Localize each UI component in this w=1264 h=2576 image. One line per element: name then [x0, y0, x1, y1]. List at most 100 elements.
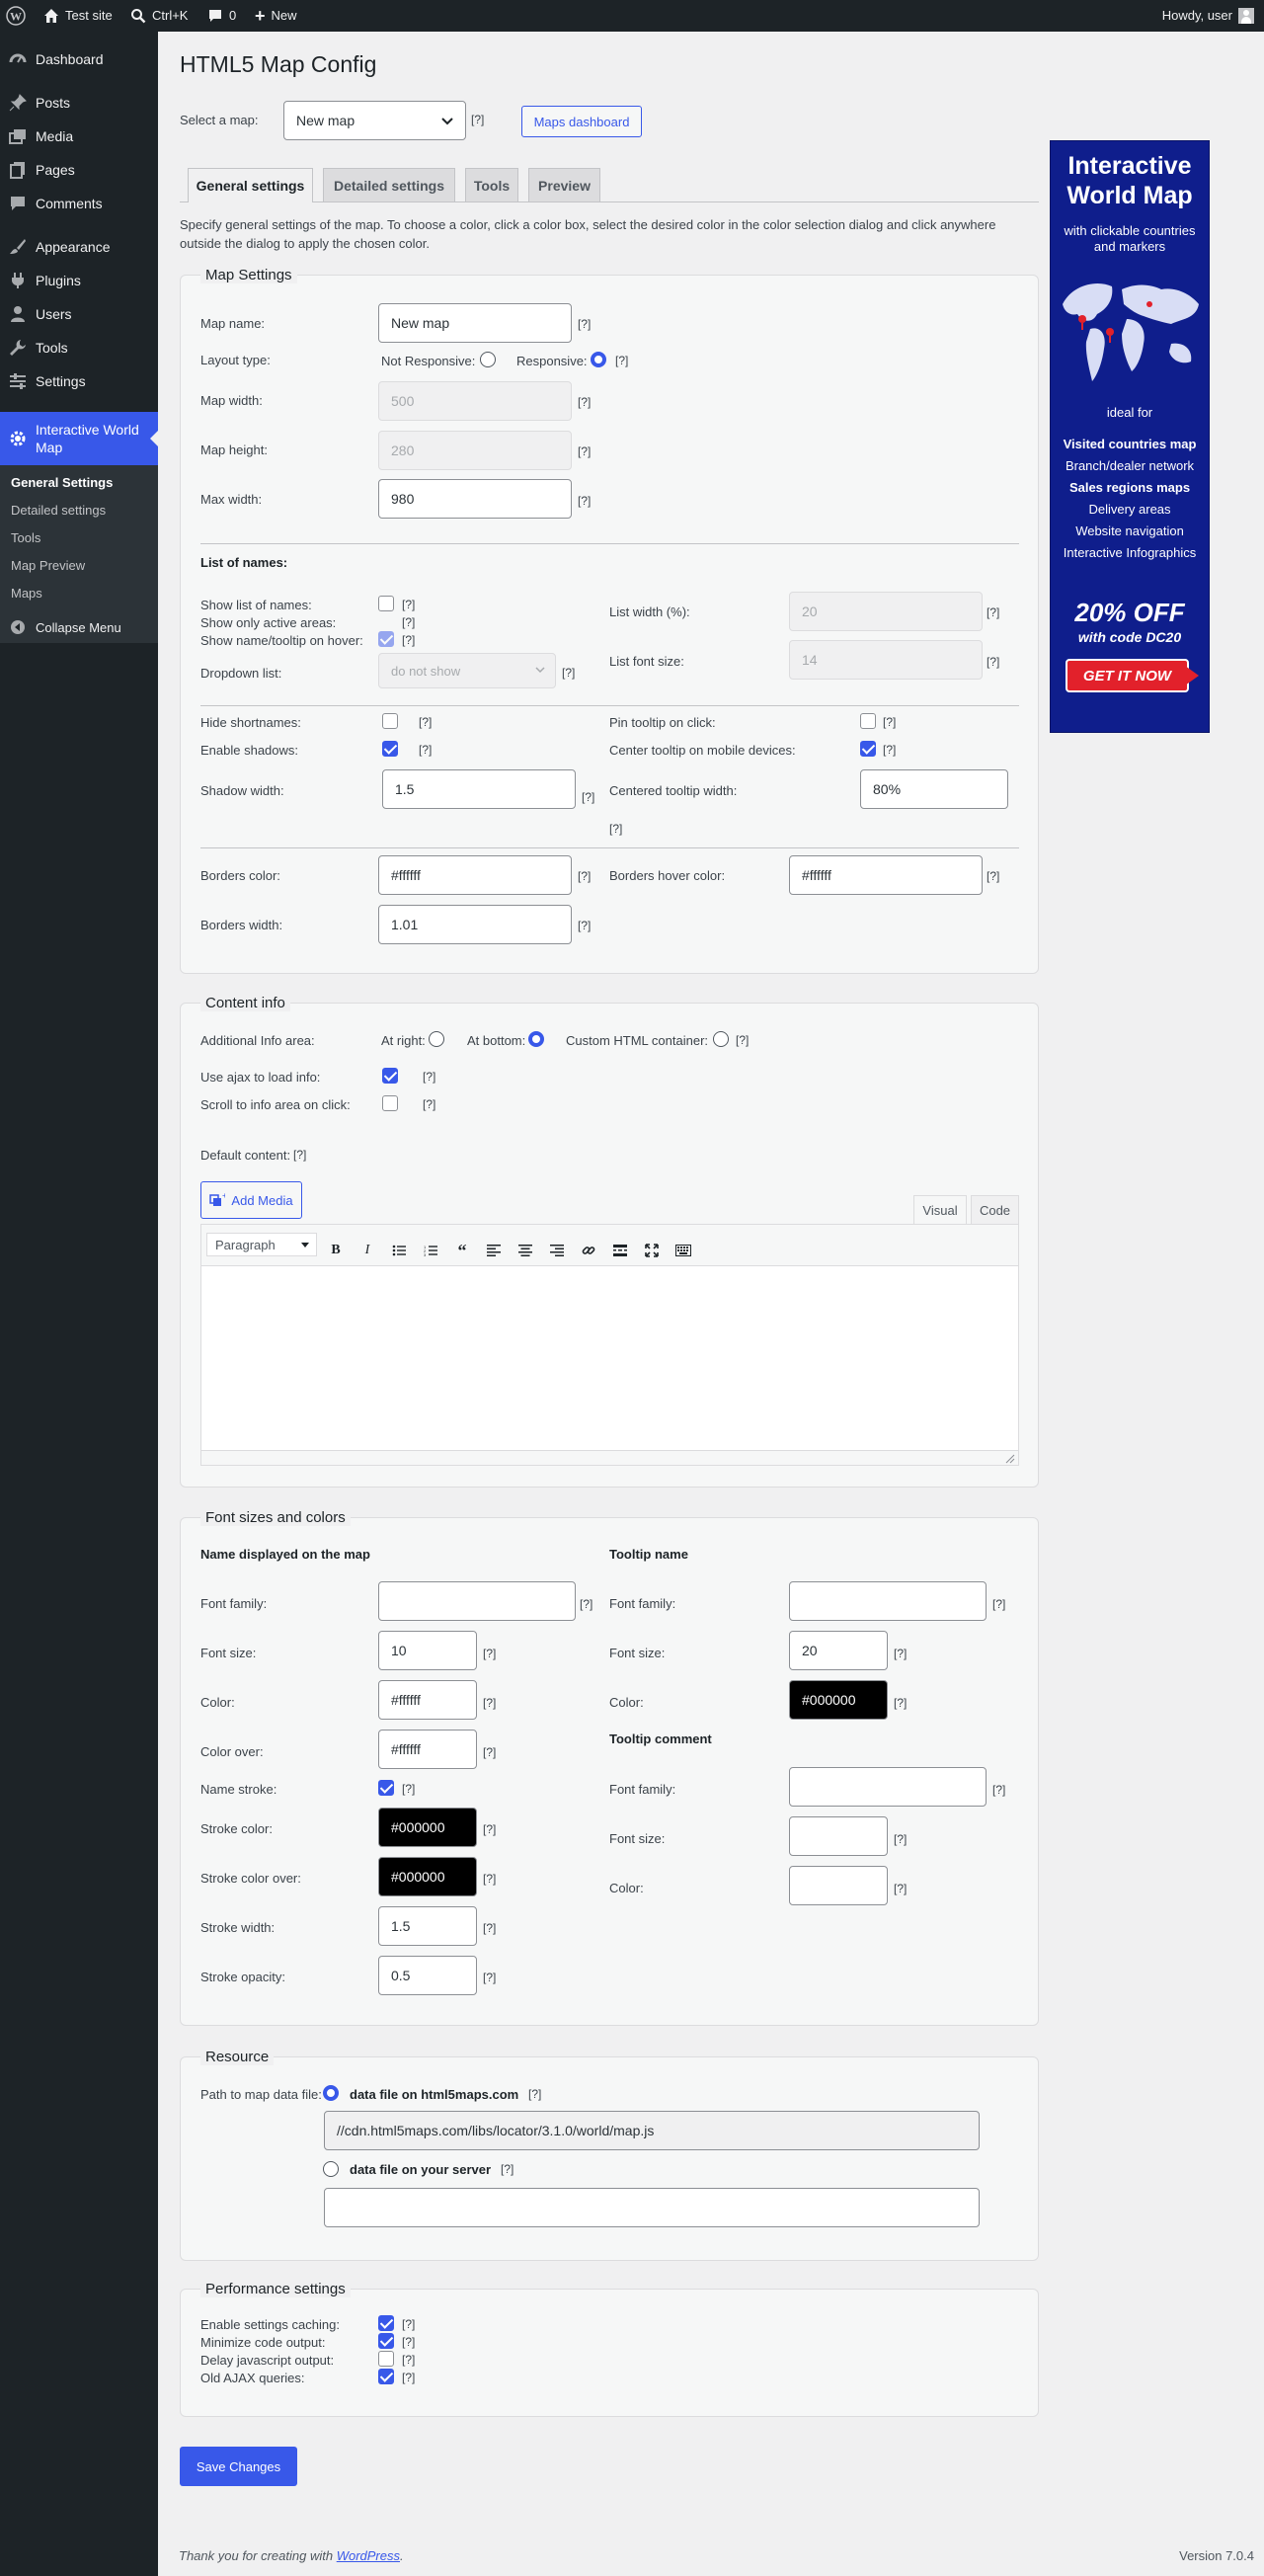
center-tooltip-checkbox[interactable] [860, 741, 876, 757]
help-icon[interactable]: [?] [483, 1647, 496, 1660]
help-icon[interactable]: [?] [609, 822, 622, 836]
help-icon[interactable]: [?] [615, 354, 628, 367]
menu-plugins[interactable]: Plugins [0, 264, 158, 297]
collapse-menu[interactable]: Collapse Menu [0, 610, 158, 644]
font-size-input[interactable]: 10 [378, 1631, 477, 1670]
menu-users[interactable]: Users [0, 297, 158, 331]
map-name-input[interactable]: New map [378, 303, 572, 343]
wordpress-link[interactable]: WordPress [337, 2548, 400, 2563]
help-icon[interactable]: [?] [894, 1832, 907, 1846]
ad-get-it-now-button[interactable]: GET IT NOW [1066, 659, 1189, 692]
ad-banner[interactable]: Interactive World Map with clickable cou… [1050, 140, 1210, 733]
stroke-color-over-input[interactable]: #000000 [378, 1857, 477, 1896]
comment-font-family-input[interactable] [789, 1767, 987, 1807]
fullscreen-icon[interactable] [642, 1241, 662, 1260]
max-width-input[interactable]: 980 [378, 479, 572, 519]
save-changes-button[interactable]: Save Changes [180, 2447, 297, 2486]
help-icon[interactable]: [?] [402, 615, 415, 629]
map-height-input[interactable]: 280 [378, 431, 572, 470]
help-icon[interactable]: [?] [419, 743, 432, 757]
help-icon[interactable]: [?] [578, 919, 591, 932]
align-center-icon[interactable] [515, 1241, 535, 1260]
menu-settings[interactable]: Settings [0, 364, 158, 398]
comments-link[interactable]: 0 [207, 0, 236, 32]
content-editor[interactable] [200, 1265, 1019, 1466]
comment-font-size-input[interactable] [789, 1816, 888, 1856]
menu-posts[interactable]: Posts [0, 86, 158, 120]
paragraph-format-select[interactable]: Paragraph [206, 1233, 317, 1256]
resize-handle-icon[interactable] [1005, 1452, 1015, 1464]
bold-icon[interactable]: B [326, 1241, 346, 1260]
dropdown-list-select[interactable]: do not show [378, 653, 556, 688]
help-icon[interactable]: [?] [483, 1822, 496, 1836]
tooltip-font-size-input[interactable]: 20 [789, 1631, 888, 1670]
bullet-list-icon[interactable] [389, 1241, 409, 1260]
server-file-input[interactable] [324, 2188, 980, 2227]
not-responsive-radio[interactable] [480, 352, 496, 367]
help-icon[interactable]: [?] [528, 2087, 541, 2101]
help-icon[interactable]: [?] [483, 1872, 496, 1886]
submenu-detailed-settings[interactable]: Detailed settings [11, 503, 106, 518]
minimize-checkbox[interactable] [378, 2333, 394, 2349]
help-icon[interactable]: [?] [471, 113, 484, 126]
font-family-input[interactable] [378, 1581, 576, 1621]
centered-tooltip-width-input[interactable]: 80% [860, 769, 1008, 809]
stroke-width-input[interactable]: 1.5 [378, 1906, 477, 1946]
help-icon[interactable]: [?] [578, 494, 591, 508]
help-icon[interactable]: [?] [987, 605, 999, 619]
server-file-radio[interactable] [323, 2161, 339, 2177]
use-ajax-checkbox[interactable] [382, 1068, 398, 1084]
help-icon[interactable]: [?] [423, 1070, 435, 1084]
help-icon[interactable]: [?] [992, 1783, 1005, 1797]
shadow-width-input[interactable]: 1.5 [382, 769, 576, 809]
tooltip-color-input[interactable]: #000000 [789, 1680, 888, 1720]
custom-container-radio[interactable] [713, 1031, 729, 1047]
borders-width-input[interactable]: 1.01 [378, 905, 572, 944]
borders-color-input[interactable]: #ffffff [378, 855, 572, 895]
submenu-maps[interactable]: Maps [11, 586, 42, 601]
help-icon[interactable]: [?] [578, 317, 591, 331]
submenu-tools[interactable]: Tools [11, 530, 40, 545]
help-icon[interactable]: [?] [562, 666, 575, 680]
color-input[interactable]: #ffffff [378, 1680, 477, 1720]
numbered-list-icon[interactable]: 123 [421, 1241, 440, 1260]
menu-appearance[interactable]: Appearance [0, 230, 158, 264]
borders-hover-color-input[interactable]: #ffffff [789, 855, 983, 895]
help-icon[interactable]: [?] [883, 743, 896, 757]
comment-color-input[interactable] [789, 1866, 888, 1905]
delay-checkbox[interactable] [378, 2351, 394, 2367]
help-icon[interactable]: [?] [402, 2353, 415, 2367]
help-icon[interactable]: [?] [293, 1148, 306, 1162]
list-width-input[interactable]: 20 [789, 592, 983, 631]
hide-shortnames-checkbox[interactable] [382, 713, 398, 729]
help-icon[interactable]: [?] [987, 655, 999, 669]
new-content-link[interactable]: + New [255, 0, 297, 32]
wordpress-logo-icon[interactable]: W [6, 0, 26, 32]
help-icon[interactable]: [?] [402, 2317, 415, 2331]
menu-dashboard[interactable]: Dashboard [0, 42, 158, 76]
caching-checkbox[interactable] [378, 2315, 394, 2331]
link-icon[interactable] [579, 1241, 598, 1260]
map-select[interactable]: New map [283, 101, 466, 140]
user-account[interactable]: Howdy, user [1162, 0, 1254, 32]
map-width-input[interactable]: 500 [378, 381, 572, 421]
at-right-radio[interactable] [429, 1031, 444, 1047]
pin-tooltip-checkbox[interactable] [860, 713, 876, 729]
help-icon[interactable]: [?] [987, 869, 999, 883]
search-shortcut[interactable]: Ctrl+K [130, 0, 188, 32]
help-icon[interactable]: [?] [894, 1882, 907, 1895]
name-stroke-checkbox[interactable] [378, 1780, 394, 1796]
help-icon[interactable]: [?] [483, 1696, 496, 1710]
help-icon[interactable]: [?] [483, 1971, 496, 1984]
tab-tools[interactable]: Tools [465, 168, 518, 201]
maps-dashboard-button[interactable]: Maps dashboard [521, 106, 642, 137]
stroke-color-input[interactable]: #000000 [378, 1808, 477, 1847]
help-icon[interactable]: [?] [483, 1745, 496, 1759]
menu-tools[interactable]: Tools [0, 331, 158, 364]
enable-shadows-checkbox[interactable] [382, 741, 398, 757]
map-url-input[interactable]: //cdn.html5maps.com/libs/locator/3.1.0/w… [324, 2111, 980, 2150]
at-bottom-radio[interactable] [528, 1031, 544, 1047]
help-icon[interactable]: [?] [894, 1696, 907, 1710]
site-name-link[interactable]: Test site [43, 0, 113, 32]
tooltip-font-family-input[interactable] [789, 1581, 987, 1621]
